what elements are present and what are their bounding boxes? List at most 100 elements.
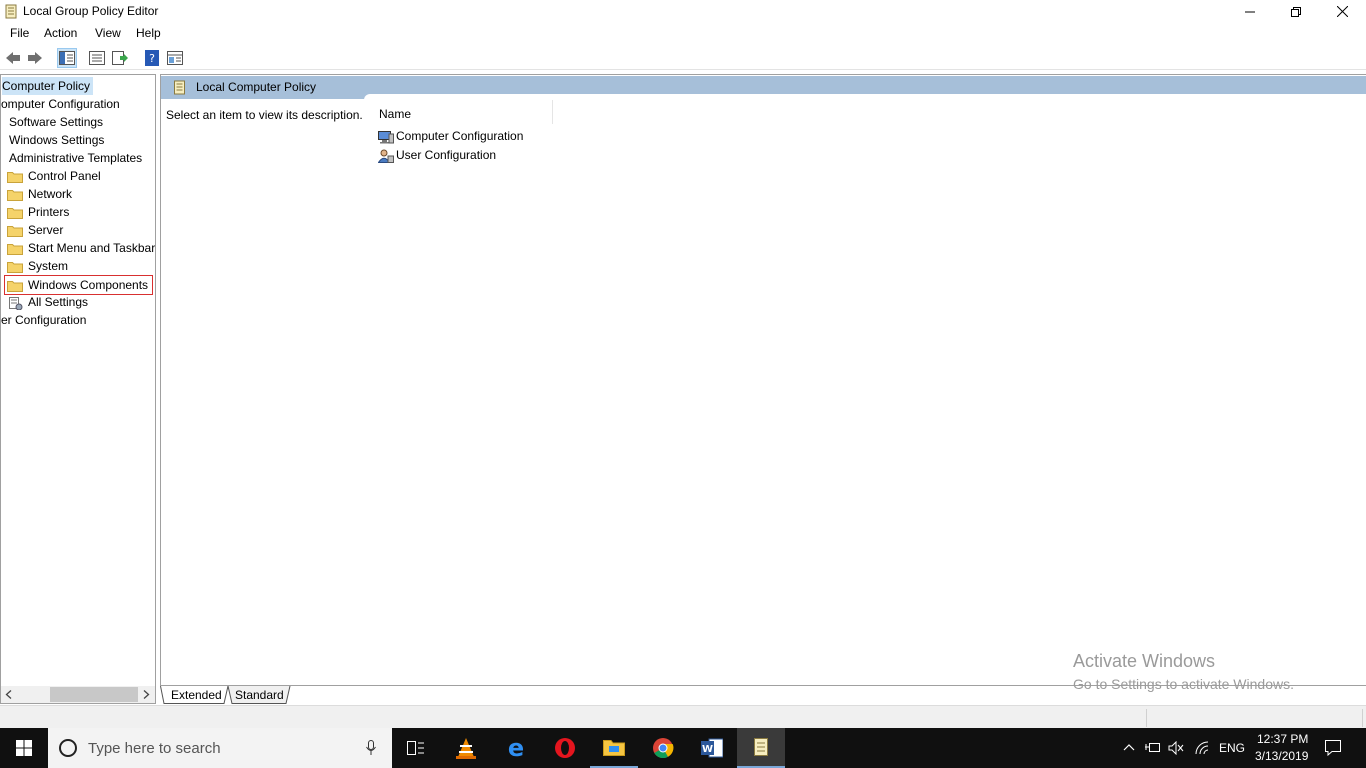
scroll-thumb[interactable] bbox=[50, 687, 138, 702]
close-icon bbox=[1336, 6, 1348, 17]
menu-action[interactable]: Action bbox=[44, 26, 77, 40]
taskbar-file-explorer[interactable] bbox=[590, 728, 638, 768]
taskbar: Type here to search e W ENG 12:37 PM 3/1… bbox=[0, 728, 1366, 768]
tree-item-label: Printers bbox=[28, 205, 70, 219]
taskbar-vlc[interactable] bbox=[442, 728, 490, 768]
tree-item-label: Software Settings bbox=[9, 115, 104, 129]
policy-scroll-icon bbox=[174, 80, 185, 95]
svg-text:?: ? bbox=[149, 52, 155, 65]
start-button[interactable] bbox=[0, 728, 48, 768]
chrome-icon bbox=[653, 738, 674, 759]
restore-icon bbox=[1291, 6, 1301, 17]
word-icon: W bbox=[701, 738, 723, 758]
clock-date[interactable]: 3/13/2019 bbox=[1255, 749, 1308, 763]
taskbar-word[interactable]: W bbox=[688, 728, 736, 768]
column-header-name[interactable]: Name bbox=[379, 107, 411, 121]
tab-extended[interactable]: Extended bbox=[171, 688, 222, 702]
tree-item-all-settings[interactable]: All Settings bbox=[7, 293, 88, 311]
window-title: Local Group Policy Editor bbox=[23, 4, 159, 18]
restore-button[interactable] bbox=[1273, 0, 1319, 23]
menu-file[interactable]: File bbox=[10, 26, 29, 40]
tree-item-network[interactable]: Network bbox=[7, 185, 72, 203]
watermark-subtitle: Go to Settings to activate Windows. bbox=[1073, 676, 1294, 692]
menu-help[interactable]: Help bbox=[136, 26, 161, 40]
microphone-icon[interactable] bbox=[366, 740, 376, 756]
tree-item-computer-configuration[interactable]: omputer Configuration bbox=[1, 95, 120, 113]
back-button[interactable] bbox=[3, 48, 23, 68]
details-pane: Local Computer Policy Select an item to … bbox=[160, 74, 1366, 686]
list-item-computer-configuration[interactable]: Computer Configuration bbox=[378, 127, 523, 145]
column-divider[interactable] bbox=[552, 100, 553, 124]
list-icon bbox=[89, 51, 105, 65]
minimize-button[interactable] bbox=[1227, 0, 1273, 23]
wifi-icon[interactable] bbox=[1194, 741, 1210, 755]
tree-item-windows-settings[interactable]: Windows Settings bbox=[9, 131, 104, 149]
tree-horizontal-scrollbar[interactable] bbox=[1, 686, 155, 703]
tree-item-start-menu-and-taskbar[interactable]: Start Menu and Taskbar bbox=[7, 239, 155, 257]
language-indicator[interactable]: ENG bbox=[1219, 741, 1245, 755]
folder-icon bbox=[7, 226, 23, 238]
show-hide-tree-button[interactable] bbox=[57, 48, 77, 68]
help-button[interactable]: ? bbox=[142, 48, 162, 68]
search-placeholder: Type here to search bbox=[88, 740, 221, 757]
tree-item-label: er Configuration bbox=[1, 313, 87, 327]
tree-item-system[interactable]: System bbox=[7, 257, 68, 275]
export-list-button[interactable] bbox=[110, 48, 130, 68]
properties-button[interactable] bbox=[87, 48, 107, 68]
vlc-cone-icon bbox=[456, 738, 476, 759]
tree-item-windows-components[interactable]: Windows Components bbox=[4, 275, 153, 295]
tree-item-label: omputer Configuration bbox=[1, 97, 120, 111]
close-button[interactable] bbox=[1319, 0, 1365, 23]
pane-header-title: Local Computer Policy bbox=[196, 80, 317, 94]
folder-icon bbox=[7, 190, 23, 202]
tree-item-software-settings[interactable]: Software Settings bbox=[9, 113, 103, 131]
tab-standard[interactable]: Standard bbox=[235, 688, 284, 702]
speaker-muted-icon[interactable] bbox=[1168, 741, 1184, 755]
tree-item-label: Control Panel bbox=[28, 169, 101, 183]
folder-icon bbox=[7, 172, 23, 184]
title-bar: Local Group Policy Editor bbox=[0, 0, 1366, 23]
status-divider bbox=[1362, 709, 1363, 727]
list-item-user-configuration[interactable]: User Configuration bbox=[377, 146, 496, 164]
task-view-icon bbox=[407, 741, 424, 755]
tree-item-label: All Settings bbox=[28, 295, 89, 309]
computer-icon bbox=[378, 130, 394, 144]
scroll-left-icon[interactable] bbox=[5, 690, 13, 699]
list-item-label: Computer Configuration bbox=[396, 129, 524, 143]
tree-item-printers[interactable]: Printers bbox=[7, 203, 69, 221]
battery-plug-icon[interactable] bbox=[1145, 741, 1161, 754]
item-description: Select an item to view its description. bbox=[166, 108, 363, 122]
taskbar-opera[interactable] bbox=[541, 728, 589, 768]
tree-item-user-configuration[interactable]: er Configuration bbox=[1, 311, 86, 329]
export-icon bbox=[112, 51, 128, 65]
taskbar-chrome[interactable] bbox=[639, 728, 687, 768]
tree-item-label: Computer Policy bbox=[2, 79, 91, 93]
tree-item-label: System bbox=[28, 259, 69, 273]
taskbar-search-box[interactable]: Type here to search bbox=[48, 728, 392, 768]
activation-watermark: Activate Windows Go to Settings to activ… bbox=[1073, 651, 1294, 692]
scroll-right-icon[interactable] bbox=[142, 690, 150, 699]
taskbar-group-policy-editor[interactable] bbox=[737, 728, 785, 768]
chevron-up-icon[interactable] bbox=[1123, 743, 1135, 751]
policy-scroll-icon bbox=[754, 738, 768, 756]
tree-item-administrative-templates[interactable]: Administrative Templates bbox=[9, 149, 142, 167]
notification-icon[interactable] bbox=[1325, 740, 1341, 756]
svg-text:W: W bbox=[702, 744, 713, 755]
tree-item-computer-policy[interactable]: Computer Policy bbox=[2, 77, 94, 95]
tree-item-label: Server bbox=[28, 223, 64, 237]
filter-button[interactable] bbox=[165, 48, 185, 68]
tree-item-control-panel[interactable]: Control Panel bbox=[7, 167, 101, 185]
console-tree: Computer Policy omputer Configuration So… bbox=[0, 74, 156, 704]
taskbar-edge[interactable]: e bbox=[492, 728, 540, 768]
forward-button[interactable] bbox=[25, 48, 45, 68]
folder-icon bbox=[7, 281, 23, 293]
tree-item-server[interactable]: Server bbox=[7, 221, 63, 239]
clock-time[interactable]: 12:37 PM bbox=[1257, 732, 1308, 746]
grid-view-icon bbox=[167, 51, 183, 65]
task-view-button[interactable] bbox=[392, 728, 440, 768]
svg-text:e: e bbox=[508, 737, 524, 759]
edge-icon: e bbox=[508, 737, 524, 759]
arrow-right-icon bbox=[28, 52, 42, 64]
menu-view[interactable]: View bbox=[95, 26, 121, 40]
toolbar: ? bbox=[0, 46, 1366, 70]
